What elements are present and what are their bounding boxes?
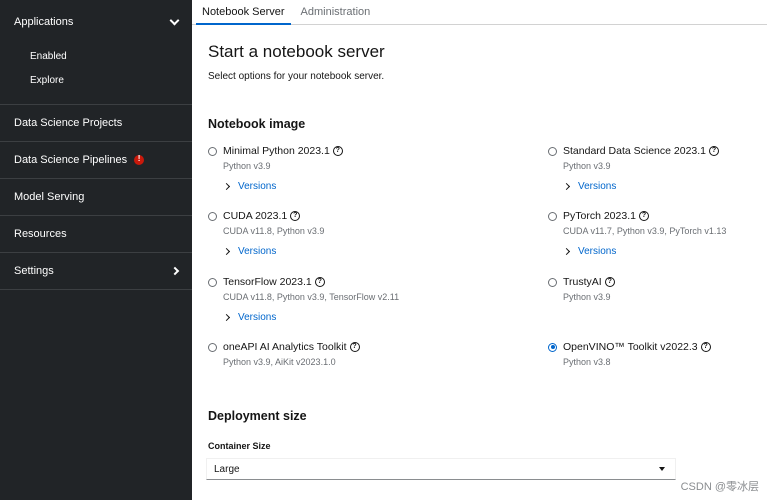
image-option-cuda: CUDA 2023.1 ? CUDA v11.8, Python v3.9 Ve… <box>208 209 324 257</box>
chevron-right-icon <box>222 313 231 321</box>
versions-label: Versions <box>578 180 617 192</box>
main-content: Notebook Server Administration Start a n… <box>192 0 767 500</box>
option-name: Standard Data Science 2023.1 <box>563 145 707 157</box>
help-icon[interactable]: ? <box>349 342 360 352</box>
versions-toggle[interactable]: Versions <box>222 245 324 257</box>
radio-cuda[interactable] <box>208 211 217 221</box>
notebook-image-title: Notebook image <box>208 117 306 131</box>
option-description: CUDA v11.7, Python v3.9, PyTorch v1.13 <box>563 226 727 236</box>
option-description: Python v3.9, AiKit v2023.1.0 <box>223 357 336 367</box>
content-header: Start a notebook server Select options f… <box>192 42 767 82</box>
help-icon[interactable]: ? <box>332 146 343 156</box>
option-name: oneAPI AI Analytics Toolkit <box>223 341 347 353</box>
sidebar: Applications Enabled Explore Data Scienc… <box>0 0 192 500</box>
chevron-right-icon <box>562 247 571 255</box>
image-option-oneapi: oneAPI AI Analytics Toolkit ? Python v3.… <box>208 340 360 369</box>
help-icon[interactable]: ? <box>290 211 301 221</box>
image-option-trustyai: TrustyAI ? Python v3.9 <box>548 275 615 304</box>
help-icon[interactable]: ? <box>709 146 720 156</box>
versions-label: Versions <box>578 245 617 257</box>
watermark: CSDN @零冰层 <box>680 481 759 493</box>
page-subtitle: Select options for your notebook server. <box>208 71 385 82</box>
image-option-openvino: OpenVINO™ Toolkit v2022.3 ? Python v3.8 <box>548 340 711 369</box>
nav-item-explore[interactable]: Explore <box>30 68 192 92</box>
chevron-right-icon <box>222 182 231 190</box>
help-icon[interactable]: ? <box>604 277 615 287</box>
option-description: Python v3.9 <box>223 161 271 171</box>
image-option-tensorflow: TensorFlow 2023.1 ? CUDA v11.8, Python v… <box>208 275 399 323</box>
option-name: PyTorch 2023.1 <box>563 210 636 222</box>
nav-item-data-science-projects[interactable]: Data Science Projects <box>0 105 192 142</box>
help-icon[interactable]: ? <box>638 211 649 221</box>
deployment-size-title: Deployment size <box>208 409 307 423</box>
versions-label: Versions <box>238 180 277 192</box>
nav-item-model-serving[interactable]: Model Serving <box>0 179 192 216</box>
nav-item-label: Resources <box>14 228 67 240</box>
option-description: CUDA v11.8, Python v3.9, TensorFlow v2.1… <box>223 292 400 302</box>
option-name: TrustyAI <box>563 276 602 288</box>
image-option-minimal-python: Minimal Python 2023.1 ? Python v3.9 Vers… <box>208 144 343 192</box>
radio-trustyai[interactable] <box>548 277 557 287</box>
container-size-select[interactable]: Large <box>206 458 676 480</box>
help-icon[interactable]: ? <box>700 342 711 352</box>
container-size-label: Container Size <box>208 441 271 451</box>
tab-notebook-server[interactable]: Notebook Server <box>196 0 291 25</box>
option-name: Minimal Python 2023.1 <box>223 145 330 157</box>
option-description: CUDA v11.8, Python v3.9 <box>223 226 325 236</box>
nav-section-applications: Applications Enabled Explore <box>0 0 192 105</box>
image-option-standard-data-science: Standard Data Science 2023.1 ? Python v3… <box>548 144 720 192</box>
nav-item-label: Data Science Projects <box>14 117 123 129</box>
nav-item-label: Settings <box>14 265 54 277</box>
nav-item-label: Data Science Pipelines <box>14 154 128 166</box>
option-description: Python v3.9 <box>563 161 611 171</box>
image-option-pytorch: PyTorch 2023.1 ? CUDA v11.7, Python v3.9… <box>548 209 726 257</box>
nav-item-enabled[interactable]: Enabled <box>30 44 192 68</box>
nav-applications-subitems: Enabled Explore <box>0 44 192 104</box>
versions-toggle[interactable]: Versions <box>222 180 343 192</box>
radio-tensorflow[interactable] <box>208 277 217 287</box>
versions-toggle[interactable]: Versions <box>562 245 726 257</box>
tab-bar: Notebook Server Administration <box>192 0 767 25</box>
chevron-down-icon <box>169 15 180 25</box>
chevron-right-icon <box>562 182 571 190</box>
page-title: Start a notebook server <box>208 42 385 61</box>
chevron-right-icon <box>222 247 231 255</box>
chevron-right-icon <box>170 266 180 276</box>
nav-applications-label: Applications <box>14 16 74 28</box>
option-description: Python v3.9 <box>563 292 611 302</box>
radio-standard-data-science[interactable] <box>548 146 557 156</box>
tab-administration[interactable]: Administration <box>295 0 377 24</box>
container-size-value: Large <box>214 463 240 475</box>
radio-openvino[interactable] <box>548 342 557 352</box>
nav-item-resources[interactable]: Resources <box>0 216 192 253</box>
versions-toggle[interactable]: Versions <box>222 311 399 323</box>
versions-label: Versions <box>238 311 277 323</box>
help-icon[interactable]: ? <box>314 277 325 287</box>
exclamation-circle-icon <box>134 154 145 165</box>
option-name: OpenVINO™ Toolkit v2022.3 <box>563 341 698 353</box>
option-name: TensorFlow 2023.1 <box>223 276 312 288</box>
caret-down-icon <box>659 467 665 471</box>
radio-pytorch[interactable] <box>548 211 557 221</box>
radio-oneapi[interactable] <box>208 342 217 352</box>
radio-minimal-python[interactable] <box>208 146 217 156</box>
versions-label: Versions <box>238 245 277 257</box>
option-description: Python v3.8 <box>563 357 611 367</box>
versions-toggle[interactable]: Versions <box>562 180 719 192</box>
option-name: CUDA 2023.1 <box>223 210 288 222</box>
nav-applications-toggle[interactable]: Applications <box>0 0 192 44</box>
nav-item-data-science-pipelines[interactable]: Data Science Pipelines <box>0 142 192 179</box>
nav-item-settings[interactable]: Settings <box>0 253 192 290</box>
nav-item-label: Model Serving <box>14 191 85 203</box>
